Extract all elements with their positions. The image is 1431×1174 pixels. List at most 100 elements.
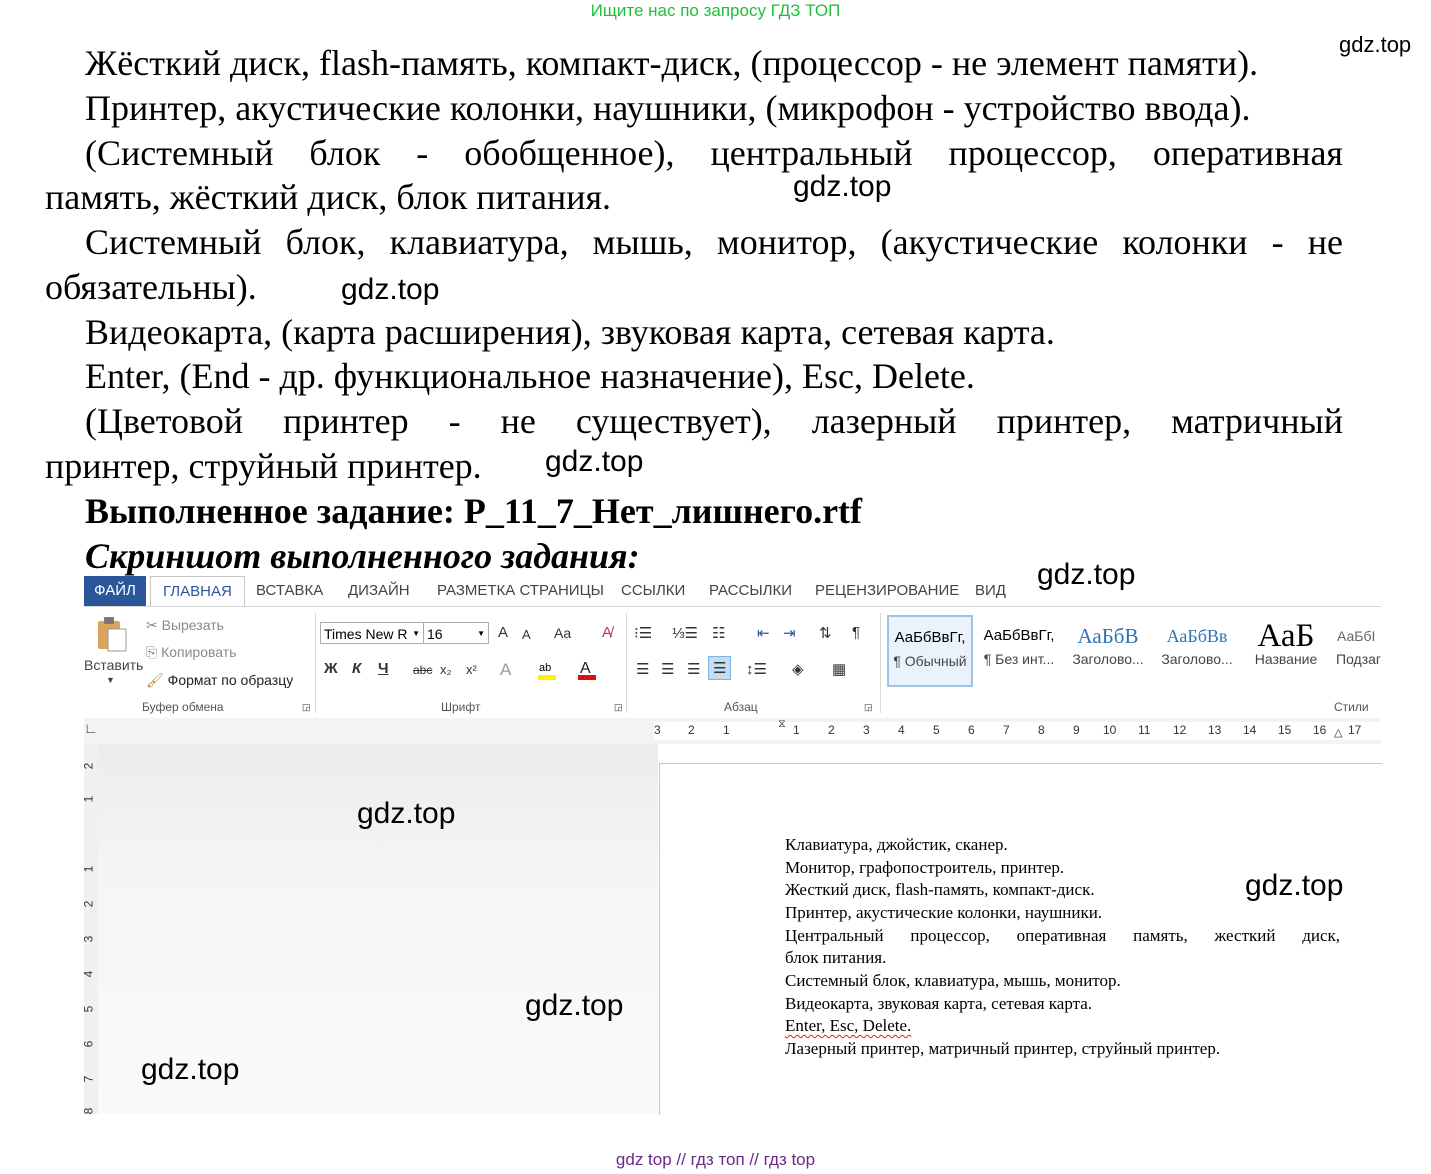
ruler-number: 4 <box>898 723 905 737</box>
watermark: gdz.top <box>141 1053 240 1086</box>
tab-design[interactable]: ДИЗАЙН <box>348 576 410 606</box>
tab-file[interactable]: ФАЙЛ <box>84 576 146 606</box>
cut-button[interactable]: ✂ Вырезать <box>146 617 224 634</box>
chevron-down-icon[interactable]: ▼ <box>412 623 420 645</box>
horizontal-ruler[interactable]: ∟ 3 2 1 ⧖ 1 2 3 4 5 6 7 8 9 10 11 12 13 … <box>84 718 1381 744</box>
divider <box>315 613 316 713</box>
borders-icon[interactable]: ▦ <box>832 660 846 678</box>
bold-button[interactable]: Ж <box>324 660 338 677</box>
tab-home[interactable]: ГЛАВНАЯ <box>150 576 245 606</box>
line-spacing-icon[interactable]: ↕☰ <box>746 660 767 678</box>
copy-button[interactable]: ⎘ Копировать <box>146 644 236 661</box>
strikethrough-button[interactable]: abc <box>413 663 432 677</box>
paste-button[interactable]: Вставить <box>84 657 143 673</box>
font-color-icon[interactable]: A <box>576 659 598 685</box>
doc-line: Системный блок, клавиатура, мышь, монито… <box>785 971 1121 990</box>
pilcrow-icon[interactable]: ¶ <box>852 624 860 641</box>
watermark: gdz.top <box>1245 869 1344 902</box>
ruler-number: 3 <box>863 723 870 737</box>
tab-page-layout[interactable]: РАЗМЕТКА СТРАНИЦЫ <box>437 576 604 606</box>
right-indent-marker-icon[interactable]: △ <box>1334 726 1342 739</box>
shading-icon[interactable]: ◈ <box>792 660 804 678</box>
watermark: gdz.top <box>357 797 456 830</box>
svg-text:A: A <box>580 660 591 677</box>
italic-button[interactable]: К <box>352 660 361 677</box>
scissors-icon: ✂ <box>146 617 158 633</box>
divider <box>880 613 881 713</box>
style-subtitle[interactable]: АаБбІ Подзаг <box>1332 615 1381 687</box>
underline-button[interactable]: Ч <box>378 660 389 677</box>
style-sample: АаБбВ <box>1077 624 1139 648</box>
top-banner: Ищите нас по запросу ГДЗ ТОП <box>590 1 841 20</box>
style-heading-2[interactable]: АаБбВв Заголово... <box>1154 615 1240 687</box>
shrink-font-icon[interactable]: A <box>522 627 531 642</box>
ruler-number: 1 <box>723 723 730 737</box>
tab-references[interactable]: ССЫЛКИ <box>621 576 685 606</box>
text-line-1: Жёсткий диск, flash-память, компакт-диск… <box>85 43 1259 83</box>
tab-view[interactable]: ВИД <box>975 576 1006 606</box>
sort-icon[interactable]: ⇅ <box>819 624 832 642</box>
clear-formatting-icon[interactable]: A̸ <box>602 624 612 641</box>
ruler-number: 2 <box>81 900 96 908</box>
watermark: gdz.top <box>793 170 892 203</box>
tab-insert[interactable]: ВСТАВКА <box>256 576 323 606</box>
style-normal[interactable]: АаБбВвГг, ¶ Обычный <box>887 615 973 687</box>
align-center-icon[interactable]: ☰ <box>661 660 674 678</box>
bullets-icon[interactable]: ⁝☰ <box>634 624 652 642</box>
align-left-icon[interactable]: ☰ <box>636 660 649 678</box>
clipboard-group-label: Буфер обмена <box>142 700 224 714</box>
subscript-button[interactable]: x₂ <box>440 662 452 677</box>
dialog-launcher-icon[interactable]: ◲ <box>614 702 623 713</box>
styles-group-label: Стили <box>1334 700 1369 714</box>
vertical-ruler[interactable]: 2 1 1 2 3 4 5 6 7 8 <box>81 744 98 1114</box>
text-effects-icon[interactable]: A <box>500 660 511 680</box>
style-sample: АаБбВв <box>1166 626 1228 646</box>
watermark: gdz.top <box>341 273 440 306</box>
grow-font-icon[interactable]: A <box>498 624 508 641</box>
increase-indent-icon[interactable]: ⇥ <box>783 624 796 642</box>
ruler-number: 7 <box>81 1075 96 1083</box>
dialog-launcher-icon[interactable]: ◲ <box>302 702 311 713</box>
footer: gdz top // гдз топ // гдз top <box>615 1150 816 1169</box>
text-line-7: Видеокарта, (карта расширения), звуковая… <box>85 312 1055 352</box>
style-name: ¶ Без инт... <box>983 651 1055 667</box>
tab-review[interactable]: РЕЦЕНЗИРОВАНИЕ <box>815 576 959 606</box>
font-name-box[interactable]: Times New R ▼ <box>320 622 424 644</box>
font-name-value: Times New R <box>324 626 408 642</box>
style-title[interactable]: АаБ Название <box>1243 615 1329 687</box>
style-heading-1[interactable]: АаБбВ Заголово... <box>1065 615 1151 687</box>
format-painter-label: Формат по образцу <box>167 672 294 688</box>
align-right-icon[interactable]: ☰ <box>687 660 700 678</box>
multilevel-list-icon[interactable]: ☷ <box>712 624 725 642</box>
decrease-indent-icon[interactable]: ⇤ <box>757 624 770 642</box>
justify-icon[interactable]: ☰ <box>708 656 732 680</box>
ruler-number: 11 <box>1138 723 1151 737</box>
copy-label: Копировать <box>161 644 237 660</box>
ruler-number: 3 <box>81 935 96 943</box>
format-painter-button[interactable]: 🖌 Формат по образцу <box>146 672 293 689</box>
screenshot-heading: Скриншот выполненного задания: <box>85 536 640 576</box>
tab-selector-icon[interactable]: ∟ <box>84 722 98 738</box>
dialog-launcher-icon[interactable]: ◲ <box>864 702 873 713</box>
text-line-6: обязательны). <box>45 267 257 307</box>
superscript-button[interactable]: x² <box>466 662 477 677</box>
indent-marker-icon[interactable]: ⧖ <box>778 718 786 731</box>
numbering-icon[interactable]: ⅓☰ <box>672 624 698 642</box>
change-case-icon[interactable]: Aa <box>554 625 571 641</box>
style-no-spacing[interactable]: АаБбВвГг, ¶ Без инт... <box>976 615 1062 687</box>
paste-dropdown-icon[interactable]: ▼ <box>106 675 115 685</box>
doc-line: Принтер, акустические колонки, наушники. <box>785 903 1103 922</box>
ruler-number: 5 <box>933 723 940 737</box>
highlight-icon[interactable]: ab <box>536 659 558 685</box>
ruler-number: 1 <box>793 723 800 737</box>
tab-mailings[interactable]: РАССЫЛКИ <box>709 576 792 606</box>
ruler-number: 1 <box>81 795 96 803</box>
chevron-down-icon[interactable]: ▼ <box>477 623 485 645</box>
style-name: Заголово... <box>1161 651 1233 667</box>
ruler-number: 8 <box>1038 723 1045 737</box>
watermark: gdz.top <box>1037 558 1136 591</box>
copy-icon: ⎘ <box>146 644 158 660</box>
clipboard-icon[interactable] <box>94 615 130 653</box>
font-size-box[interactable]: 16 ▼ <box>423 622 489 644</box>
ruler-number: 9 <box>1073 723 1080 737</box>
